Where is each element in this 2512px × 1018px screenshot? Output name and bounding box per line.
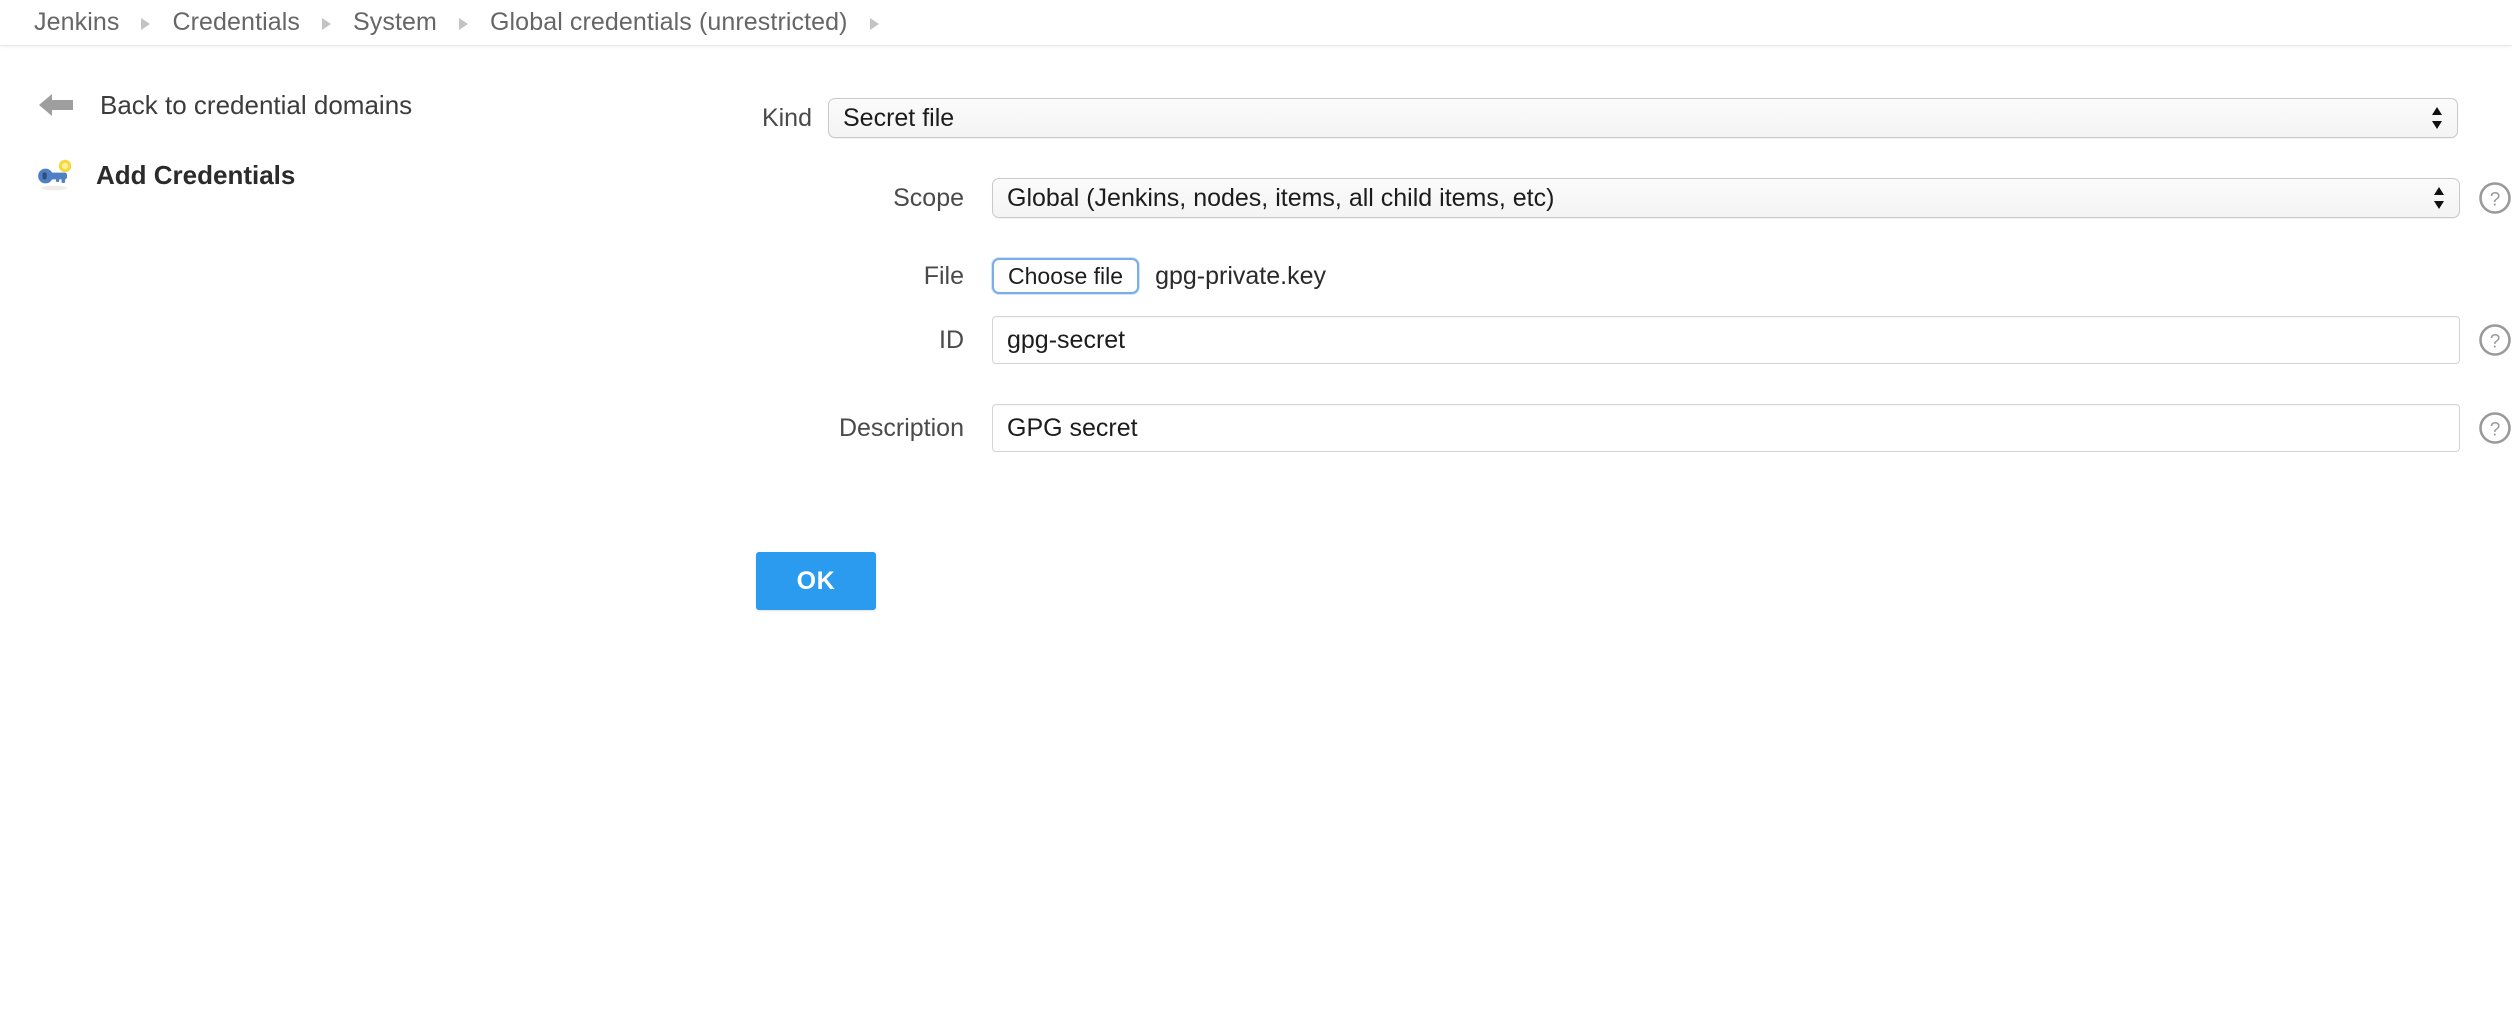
breadcrumb-item-system[interactable]: System: [353, 8, 437, 37]
svg-text:?: ?: [2490, 332, 2501, 353]
form-row-id: ID gpg-secret ?: [0, 316, 2512, 364]
form-row-kind: Kind Secret file: [0, 98, 2512, 138]
id-label: ID: [0, 326, 980, 355]
ok-button[interactable]: OK: [756, 552, 876, 610]
id-input[interactable]: gpg-secret: [992, 316, 2460, 364]
scope-select[interactable]: Global (Jenkins, nodes, items, all child…: [992, 178, 2460, 218]
id-help-icon[interactable]: ?: [2478, 323, 2512, 357]
kind-label: Kind: [0, 104, 828, 133]
select-spinner-icon: [2431, 184, 2447, 212]
file-label: File: [0, 262, 980, 291]
description-label: Description: [0, 414, 980, 443]
kind-select[interactable]: Secret file: [828, 98, 2458, 138]
scope-label: Scope: [0, 184, 980, 213]
breadcrumb-item-credentials[interactable]: Credentials: [172, 8, 300, 37]
id-input-value: gpg-secret: [1007, 326, 1125, 355]
chevron-right-icon: [870, 18, 879, 30]
scope-select-value: Global (Jenkins, nodes, items, all child…: [1007, 184, 1554, 213]
breadcrumb: Jenkins Credentials System Global creden…: [0, 0, 2512, 46]
description-input-value: GPG secret: [1007, 414, 1138, 443]
scope-help-icon[interactable]: ?: [2478, 181, 2512, 215]
chevron-right-icon: [459, 18, 468, 30]
breadcrumb-item-jenkins[interactable]: Jenkins: [34, 8, 119, 37]
chevron-right-icon: [322, 18, 331, 30]
form-row-description: Description GPG secret ?: [0, 404, 2512, 452]
breadcrumb-item-global-credentials[interactable]: Global credentials (unrestricted): [490, 8, 848, 37]
svg-text:?: ?: [2490, 190, 2501, 211]
selected-file-name: gpg-private.key: [1155, 262, 1326, 291]
svg-text:?: ?: [2490, 420, 2501, 441]
description-help-icon[interactable]: ?: [2478, 411, 2512, 445]
form-row-file: File Choose file gpg-private.key: [0, 258, 1326, 294]
form-row-scope: Scope Global (Jenkins, nodes, items, all…: [0, 178, 2512, 218]
choose-file-button[interactable]: Choose file: [992, 258, 1139, 294]
kind-select-value: Secret file: [843, 104, 954, 133]
file-chooser: Choose file gpg-private.key: [992, 258, 1326, 294]
description-input[interactable]: GPG secret: [992, 404, 2460, 452]
chevron-right-icon: [141, 18, 150, 30]
select-spinner-icon: [2429, 104, 2445, 132]
